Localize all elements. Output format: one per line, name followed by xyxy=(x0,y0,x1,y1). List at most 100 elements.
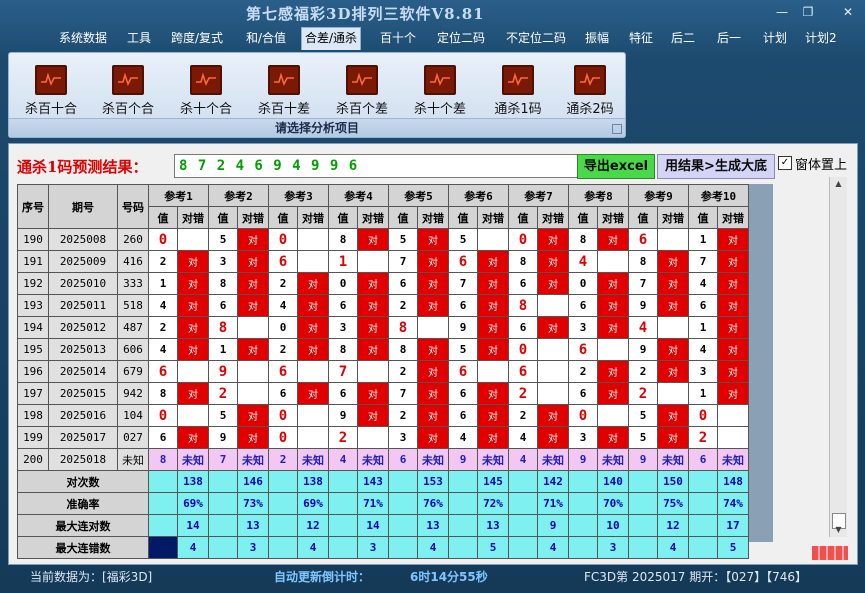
menu-item-9[interactable]: 振幅 xyxy=(582,28,612,48)
progress-indicator xyxy=(812,546,848,560)
header-ref-4: 参考4 xyxy=(328,184,389,207)
row-issue: 2025009 xyxy=(48,250,118,273)
cell-value: 1 xyxy=(688,382,718,405)
stat-empty xyxy=(148,470,178,493)
cell-value: 0 xyxy=(268,404,298,427)
menu-item-3[interactable]: 跨度/复式 xyxy=(168,28,226,48)
menu-item-12[interactable]: 后一 xyxy=(714,28,744,48)
table-row[interactable]: 191 2025009 416 2 对 3 对 6 1 7 对 6 对 8 对 4 8 对 7 对 xyxy=(17,250,749,273)
header-value: 值 xyxy=(508,206,538,229)
menu-item-5[interactable]: 合差/通杀 xyxy=(301,27,362,50)
cell-value: 8 xyxy=(208,272,238,295)
vertical-scrollbar[interactable]: ▲ ▼ xyxy=(829,177,847,537)
table-row[interactable]: 195 2025013 606 4 对 1 对 2 对 8 对 8 对 5 对 0 6 9 对 4 对 xyxy=(17,338,749,361)
export-excel-button[interactable]: 导出excel xyxy=(577,154,655,179)
cell-check xyxy=(297,250,329,273)
always-on-top-checkbox[interactable]: ✓ xyxy=(778,156,792,170)
menu-item-2[interactable]: 工具 xyxy=(124,28,154,48)
table-row[interactable]: 190 2025008 260 0 5 对 0 8 对 5 对 5 0 对 8 对 6 1 对 xyxy=(17,228,749,251)
stat-empty xyxy=(328,536,358,559)
row-issue: 2025010 xyxy=(48,272,118,295)
cell-value: 7 xyxy=(628,272,658,295)
cell-check: 对 xyxy=(177,338,209,361)
menu-item-8[interactable]: 不定位二码 xyxy=(503,28,569,48)
header-seq: 序号 xyxy=(17,184,49,229)
scroll-down-icon[interactable]: ▼ xyxy=(830,523,847,537)
prediction-result-field[interactable]: 8 7 2 4 6 9 4 9 9 6 xyxy=(174,154,580,178)
cell-value: 6 xyxy=(148,360,178,383)
minimize-button[interactable]: — xyxy=(770,4,794,20)
stat-empty xyxy=(328,492,358,515)
row-number: 942 xyxy=(117,382,149,405)
close-button[interactable]: ✕ xyxy=(836,4,860,20)
menu-item-1[interactable]: 系统数据 xyxy=(56,28,110,48)
ribbon-button-5[interactable]: 杀百个差 xyxy=(327,65,397,117)
cell-value: 6 xyxy=(388,448,418,471)
ribbon-button-8[interactable]: 通杀2码 xyxy=(555,65,625,117)
cell-value: 0 xyxy=(268,426,298,449)
cell-check: 对 xyxy=(237,228,269,251)
menu-item-7[interactable]: 定位二码 xyxy=(434,28,488,48)
table-row[interactable]: 197 2025015 942 8 对 2 6 对 6 对 7 对 6 对 2 6 对 2 1 对 xyxy=(17,382,749,405)
stat-value: 75% xyxy=(657,492,689,515)
table-row[interactable]: 193 2025011 518 4 对 6 对 4 对 6 对 2 对 6 对 8 6 对 9 对 6 对 xyxy=(17,294,749,317)
ribbon-button-1[interactable]: 杀百十合 xyxy=(16,65,86,117)
cell-check xyxy=(297,360,329,383)
restore-button[interactable]: ❐ xyxy=(796,4,820,20)
row-issue: 2025016 xyxy=(48,404,118,427)
cell-value: 9 xyxy=(328,404,358,427)
cell-check: 对 xyxy=(477,382,509,405)
cell-value: 0 xyxy=(688,404,718,427)
menu-item-13[interactable]: 计划 xyxy=(760,28,790,48)
cell-value: 2 xyxy=(688,426,718,449)
cell-value: 2 xyxy=(508,382,538,405)
cell-value: 6 xyxy=(508,272,538,295)
cell-value: 6 xyxy=(448,360,478,383)
menu-item-14[interactable]: 计划2 xyxy=(802,28,840,48)
table-row[interactable]: 192 2025010 333 1 对 8 对 2 对 0 对 6 对 7 对 6 对 0 对 7 对 4 对 xyxy=(17,272,749,295)
cell-value: 8 xyxy=(508,294,538,317)
cell-value: 6 xyxy=(448,382,478,405)
ribbon-button-label: 杀十个合 xyxy=(179,102,232,117)
cell-check xyxy=(297,426,329,449)
table-row[interactable]: 199 2025017 027 6 对 9 对 0 2 3 对 4 对 4 对 3 对 5 对 2 xyxy=(17,426,749,449)
cell-check: 对 xyxy=(357,272,389,295)
ribbon-launcher-icon[interactable] xyxy=(612,124,622,134)
header-check: 对错 xyxy=(297,206,329,229)
stat-empty xyxy=(208,514,238,537)
table-row[interactable]: 200 2025018 未知 8 未知 7 未知 2 未知 4 未知 6 未知 9 未知 4 未知 9 未知 9 未知 6… xyxy=(17,448,749,471)
stat-empty xyxy=(208,470,238,493)
menu-item-10[interactable]: 特征 xyxy=(626,28,656,48)
cell-check: 对 xyxy=(237,294,269,317)
cell-check xyxy=(537,360,569,383)
ribbon-button-6[interactable]: 杀十个差 xyxy=(405,65,475,117)
ribbon-button-4[interactable]: 杀百十差 xyxy=(249,65,319,117)
stat-value: 153 xyxy=(417,470,449,493)
ribbon-group-label: 请选择分析项目 xyxy=(9,118,625,137)
menu-item-4[interactable]: 和/合值 xyxy=(243,28,289,48)
cell-check: 对 xyxy=(717,360,749,383)
table-row[interactable]: 198 2025016 104 0 5 对 0 9 对 2 对 6 对 2 对 0 5 对 0 xyxy=(17,404,749,427)
stat-label: 最大连对数 xyxy=(17,514,149,537)
table-row[interactable]: 196 2025014 679 6 9 6 7 2 对 6 6 2 对 2 对 3 对 xyxy=(17,360,749,383)
cell-value: 6 xyxy=(508,360,538,383)
ribbon-button-3[interactable]: 杀十个合 xyxy=(171,65,241,117)
menu-item-6[interactable]: 百十个 xyxy=(377,28,419,48)
cell-check xyxy=(597,404,629,427)
cell-value: 5 xyxy=(208,404,238,427)
cell-value: 6 xyxy=(328,294,358,317)
cell-check: 对 xyxy=(717,382,749,405)
scroll-up-icon[interactable]: ▲ xyxy=(830,177,847,191)
row-number: 518 xyxy=(117,294,149,317)
ribbon-button-2[interactable]: 杀百个合 xyxy=(93,65,163,117)
menu-item-11[interactable]: 后二 xyxy=(668,28,698,48)
cell-value: 7 xyxy=(208,448,238,471)
cell-check xyxy=(597,250,629,273)
menu-bar: 系统数据 工具 跨度/复式 和/合值 合差/通杀 百十个 定位二码 不定位二码 振幅 特征 后二 后一… xyxy=(0,27,865,50)
cell-value: 6 xyxy=(448,294,478,317)
stat-value: 76% xyxy=(417,492,449,515)
table-row[interactable]: 194 2025012 487 2 对 8 0 对 3 对 8 9 对 6 对 3 对 4 1 对 xyxy=(17,316,749,339)
stat-label: 准确率 xyxy=(17,492,149,515)
generate-base-button[interactable]: 用结果>生成大底 xyxy=(657,154,775,179)
ribbon-button-7[interactable]: 通杀1码 xyxy=(483,65,553,117)
